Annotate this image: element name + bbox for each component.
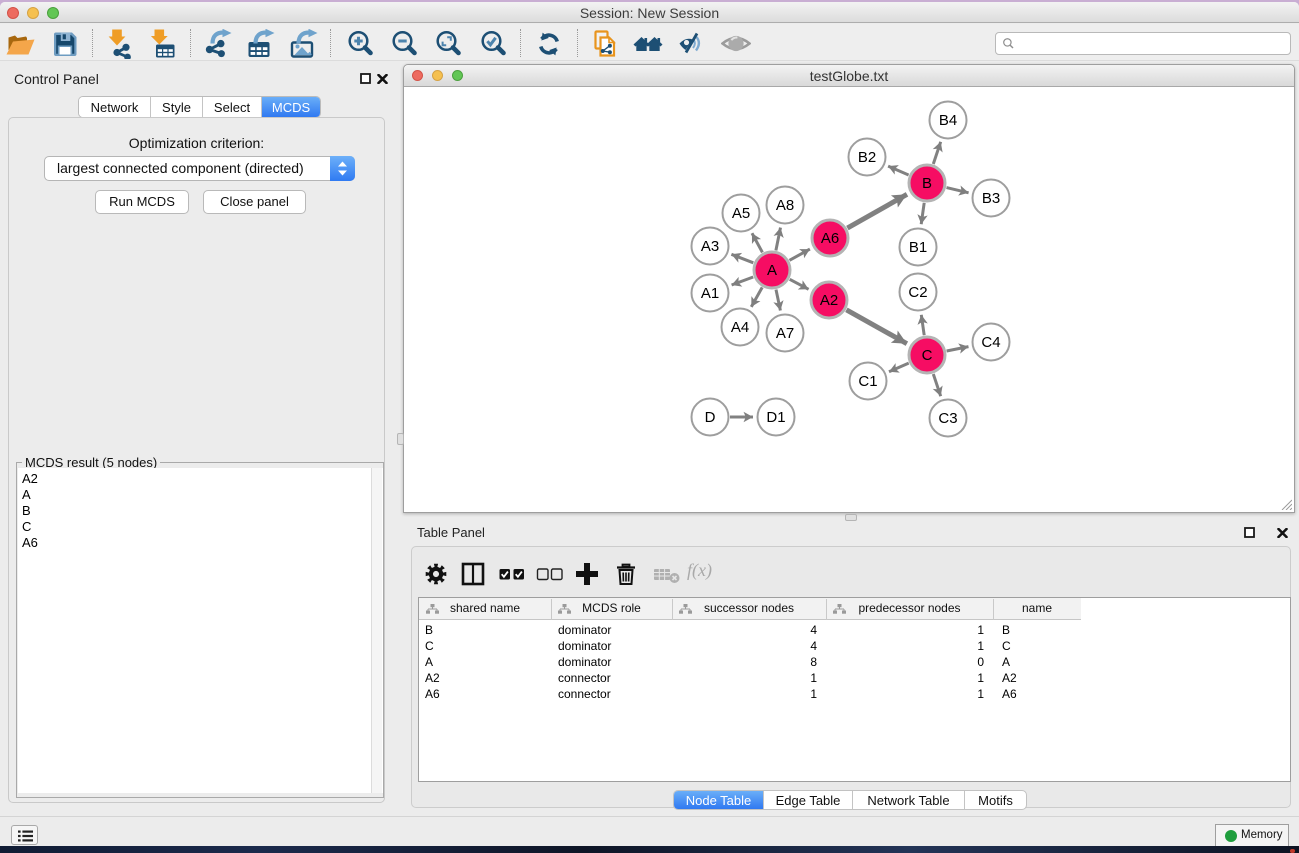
svg-text:A4: A4	[731, 319, 749, 336]
svg-text:A8: A8	[776, 197, 794, 214]
svg-text:C1: C1	[858, 373, 877, 390]
svg-text:A3: A3	[701, 238, 719, 255]
svg-text:D: D	[705, 409, 716, 426]
svg-text:A: A	[767, 262, 777, 279]
svg-text:C2: C2	[908, 284, 927, 301]
svg-text:A2: A2	[820, 292, 838, 309]
svg-text:A1: A1	[701, 285, 719, 302]
svg-text:C4: C4	[981, 334, 1000, 351]
svg-text:D1: D1	[766, 409, 785, 426]
svg-text:B2: B2	[858, 149, 876, 166]
svg-text:A5: A5	[732, 205, 750, 222]
svg-text:B: B	[922, 175, 932, 192]
svg-text:C: C	[922, 347, 933, 364]
svg-text:A6: A6	[821, 230, 839, 247]
svg-text:B3: B3	[982, 190, 1000, 207]
svg-text:A7: A7	[776, 325, 794, 342]
svg-text:C3: C3	[938, 410, 957, 427]
svg-text:B4: B4	[939, 112, 957, 129]
svg-text:B1: B1	[909, 239, 927, 256]
